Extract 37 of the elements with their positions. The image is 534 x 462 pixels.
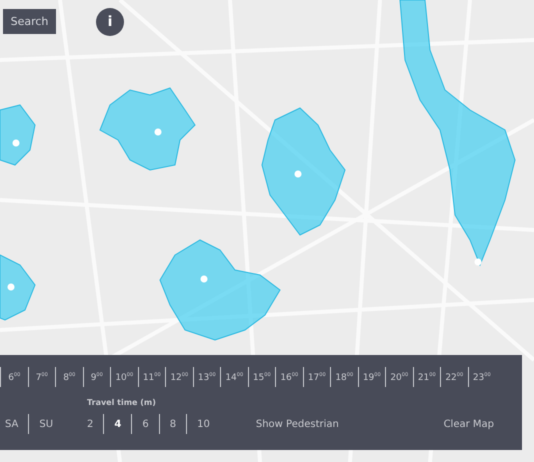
- search-button[interactable]: Search: [3, 9, 56, 34]
- isochrone-area: [0, 254, 36, 321]
- hour-tab[interactable]: 7$^{00}$: [28, 367, 55, 387]
- travel-time-label: Travel time (m): [87, 398, 157, 407]
- hour-tab[interactable]: 10$^{00}$: [110, 367, 138, 387]
- travel-time-option[interactable]: 2: [87, 414, 104, 434]
- hour-tab[interactable]: 12$^{00}$: [165, 367, 192, 387]
- travel-time-option[interactable]: 4: [103, 414, 132, 434]
- location-marker-icon: [474, 258, 482, 266]
- day-tab[interactable]: SA: [0, 414, 28, 434]
- hour-tab[interactable]: 16$^{00}$: [275, 367, 302, 387]
- hour-tab[interactable]: 15$^{00}$: [248, 367, 275, 387]
- hour-tab[interactable]: 11$^{00}$: [138, 367, 165, 387]
- location-marker-icon: [200, 276, 208, 282]
- hour-tab[interactable]: 8$^{00}$: [55, 367, 82, 387]
- isochrone-area: [0, 104, 36, 166]
- location-marker-icon: [8, 284, 14, 290]
- hour-tab[interactable]: 14$^{00}$: [220, 367, 248, 387]
- hour-tab[interactable]: 13$^{00}$: [192, 367, 220, 387]
- travel-time-option[interactable]: 10: [186, 414, 220, 434]
- hour-tab[interactable]: 19$^{00}$: [358, 367, 385, 387]
- hour-tab[interactable]: 23$^{00}$: [468, 367, 495, 387]
- hour-tab[interactable]: 20$^{00}$: [385, 367, 412, 387]
- hour-tab[interactable]: 17$^{00}$: [302, 367, 330, 387]
- day-tab[interactable]: SU: [28, 414, 64, 434]
- hour-tab[interactable]: 18$^{00}$: [330, 367, 358, 387]
- hour-tab[interactable]: 21$^{00}$: [412, 367, 440, 387]
- hour-tab[interactable]: 22$^{00}$: [440, 367, 468, 387]
- clear-map-button[interactable]: Clear Map: [444, 414, 494, 434]
- hour-tab[interactable]: 9$^{00}$: [82, 367, 110, 387]
- travel-time-option[interactable]: 6: [131, 414, 159, 434]
- location-marker-icon: [12, 140, 20, 146]
- location-marker-icon: [294, 170, 302, 178]
- show-pedestrian-button[interactable]: Show Pedestrian: [256, 414, 339, 434]
- travel-time-option[interactable]: 8: [158, 414, 186, 434]
- hour-tab[interactable]: 6$^{00}$: [0, 367, 28, 387]
- location-marker-icon: [154, 128, 162, 136]
